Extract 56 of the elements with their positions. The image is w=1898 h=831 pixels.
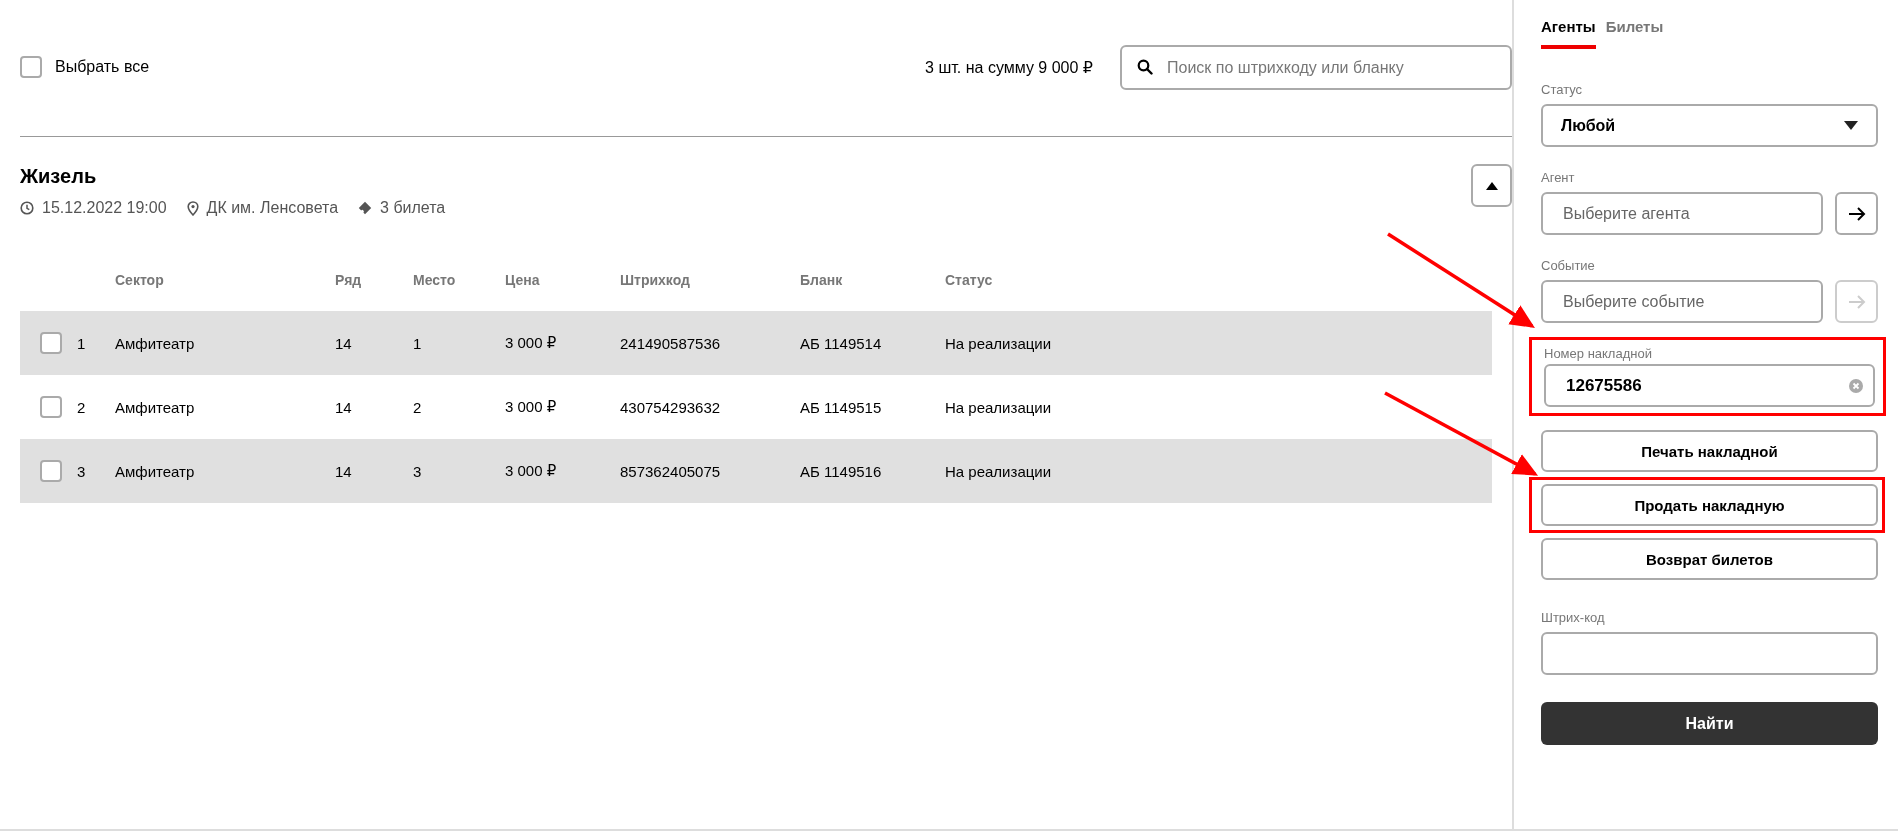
table-cell: 14 — [335, 334, 352, 352]
selection-summary: 3 шт. на сумму 9 000 ₽ — [925, 58, 1093, 77]
table-cell: 857362405075 — [620, 462, 721, 480]
table-row[interactable]: 2 Амфитеатр 14 2 3 000 ₽ 430754293632 АБ 1149515 На реализации — [20, 375, 1492, 439]
field-label: Штрих-код — [1541, 610, 1606, 625]
action-button[interactable]: Печать накладной — [1541, 430, 1878, 472]
row-number: 2 — [77, 398, 86, 416]
table-cell: На реализации — [945, 462, 1052, 480]
tab[interactable]: Билеты — [1605, 18, 1664, 49]
select-all-label: Выбрать все — [55, 58, 150, 76]
event-title: Жизель — [20, 165, 98, 188]
table-cell: 2 — [413, 398, 422, 416]
row-number: 3 — [77, 462, 86, 480]
input-field[interactable]: Выберите событие — [1541, 280, 1823, 323]
table-row[interactable]: 3 Амфитеатр 14 3 3 000 ₽ 857362405075 АБ 1149516 На реализации — [20, 439, 1492, 503]
table-cell: 430754293632 — [620, 398, 721, 416]
table-cell: На реализации — [945, 334, 1052, 352]
table-cell: АБ 1149514 — [800, 334, 882, 352]
status-dropdown[interactable]: Любой — [1541, 104, 1878, 147]
table-cell: 241490587536 — [620, 334, 721, 352]
table-cell: Амфитеатр — [115, 462, 195, 480]
row-number: 1 — [77, 334, 86, 352]
field-label: Агент — [1541, 170, 1576, 185]
column-header: Штрихкод — [620, 272, 690, 288]
event-datetime: 15.12.2022 19:00 — [42, 199, 167, 217]
search-field[interactable]: Поиск по штрихкоду или бланку — [1120, 45, 1512, 90]
table-cell: 3 — [413, 462, 422, 480]
table-cell: 1 — [413, 334, 422, 352]
table-cell: 3 000 ₽ — [505, 462, 557, 479]
action-button[interactable]: Продать накладную — [1541, 484, 1878, 526]
table-cell: На реализации — [945, 398, 1052, 416]
find-button[interactable]: Найти — [1541, 702, 1878, 745]
column-header: Статус — [945, 272, 993, 288]
table-row[interactable]: 1 Амфитеатр 14 1 3 000 ₽ 241490587536 АБ 1149514 На реализации — [20, 311, 1492, 375]
ticket-count: 3 билета — [380, 199, 446, 217]
table-cell: 14 — [335, 398, 352, 416]
column-header: Место — [413, 272, 456, 288]
field-label: Номер накладной — [1544, 346, 1653, 361]
table-cell: 3 000 ₽ — [505, 334, 557, 351]
table-cell: Амфитеатр — [115, 334, 195, 352]
column-header: Бланк — [800, 272, 843, 288]
tab[interactable]: Агенты — [1541, 18, 1596, 49]
field-label: Статус — [1541, 82, 1584, 97]
input-field[interactable]: Выберите агента — [1541, 192, 1823, 235]
action-button[interactable]: Возврат билетов — [1541, 538, 1878, 580]
invoice-number-field[interactable]: 12675586 — [1544, 364, 1875, 407]
column-header: Ряд — [335, 272, 362, 288]
field-label: Событие — [1541, 258, 1596, 273]
table-cell: АБ 1149516 — [800, 462, 882, 480]
table-cell: АБ 1149515 — [800, 398, 882, 416]
event-venue: ДК им. Ленсовета — [206, 199, 339, 217]
table-cell: Амфитеатр — [115, 398, 195, 416]
table-cell: 14 — [335, 462, 352, 480]
column-header: Сектор — [115, 272, 164, 288]
column-header: Цена — [505, 272, 540, 288]
table-cell: 3 000 ₽ — [505, 398, 557, 415]
